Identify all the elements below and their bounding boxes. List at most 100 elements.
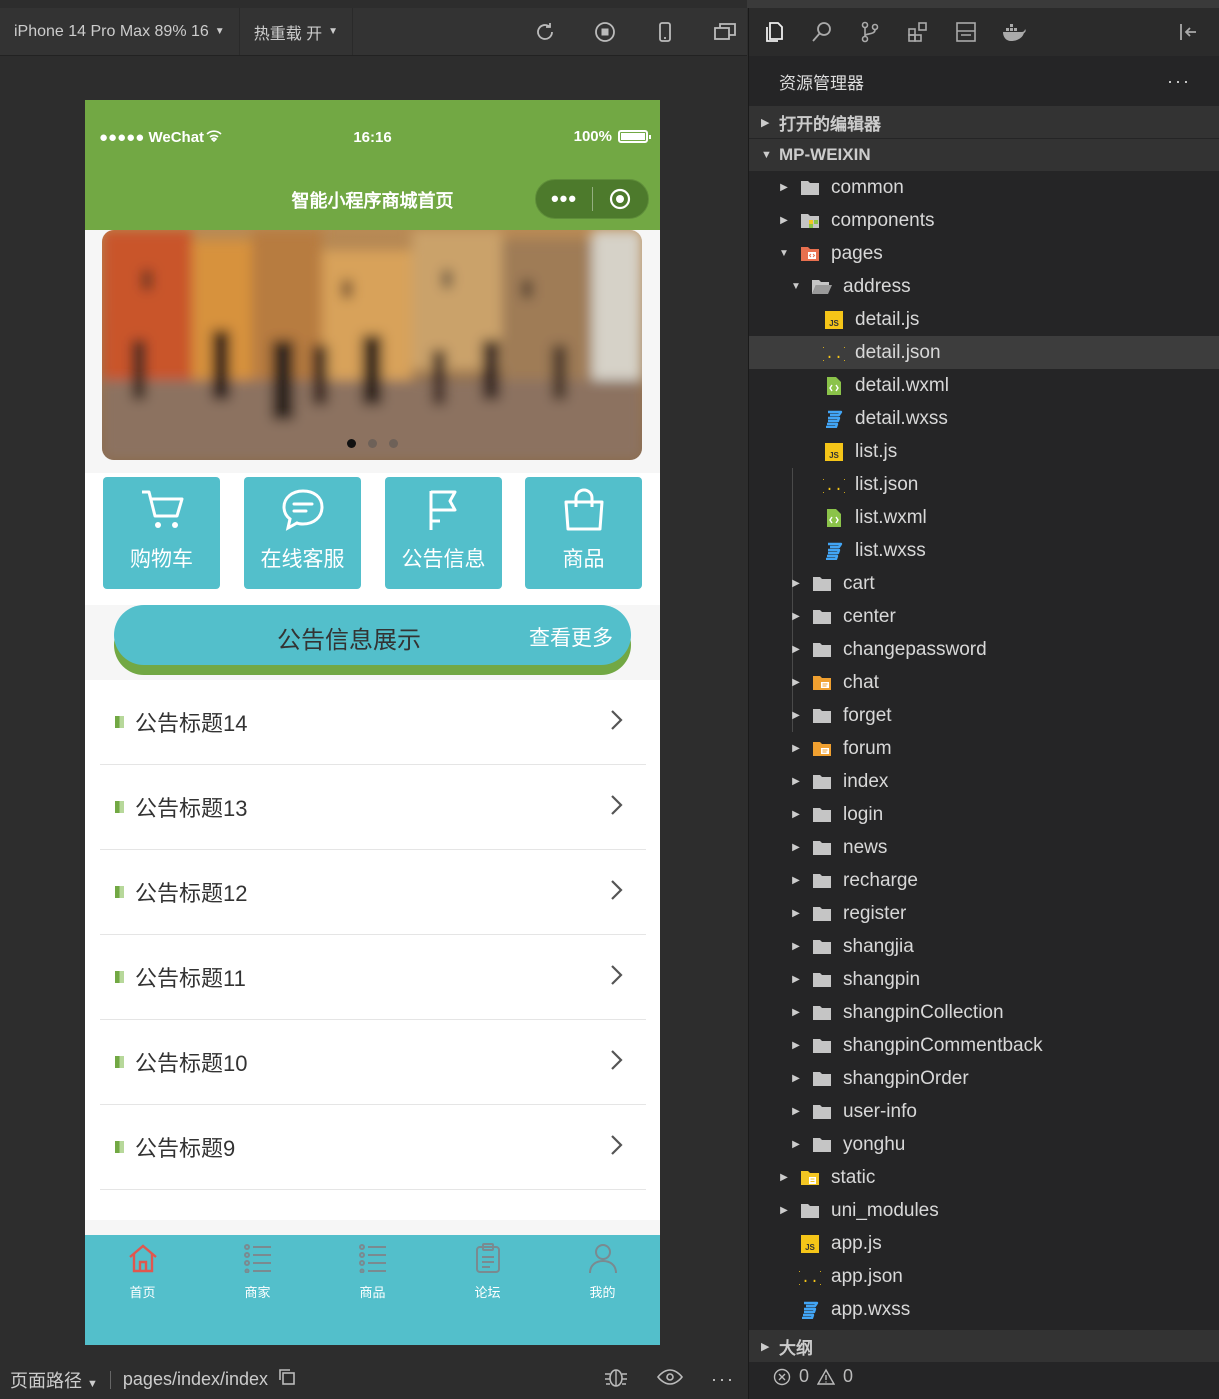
tree-item[interactable]: {..} detail.json — [749, 336, 1219, 369]
tree-item[interactable]: ▶ forget — [749, 699, 1219, 732]
menu-tile[interactable]: 在线客服 — [244, 477, 361, 589]
folder-icon — [811, 871, 833, 891]
tree-item-label: forget — [843, 704, 892, 726]
tree-item[interactable]: ▶ cart — [749, 567, 1219, 600]
extensions-icon[interactable] — [905, 20, 931, 44]
view-more-link[interactable]: 查看更多 — [529, 622, 613, 652]
explorer-panel: 资源管理器 ··· ▶ 打开的编辑器 ▼ MP-WEIXIN ▶ common ▶ c… — [748, 8, 1219, 1399]
page-scroll-area[interactable]: 购物车 在线客服 公告信息 商品 公告信息展示 查看更多 公告标题14 公告标题… — [85, 230, 660, 1235]
tab-item[interactable]: 商家 — [200, 1243, 315, 1301]
bullet-icon — [115, 801, 124, 813]
device-select[interactable]: iPhone 14 Pro Max 89% 16 ▼ — [0, 8, 240, 55]
more-dots-icon[interactable]: ••• — [536, 186, 592, 212]
tree-item[interactable]: ▶ chat — [749, 666, 1219, 699]
open-editors-section[interactable]: ▶ 打开的编辑器 — [749, 106, 1219, 138]
tree-item[interactable]: ▶ center — [749, 600, 1219, 633]
chevron-right-icon — [610, 964, 624, 991]
carousel-dot[interactable] — [388, 439, 398, 448]
tree-item[interactable]: ▶ shangjia — [749, 930, 1219, 963]
notice-item[interactable]: 公告标题14 — [100, 680, 646, 765]
tree-item[interactable]: ▼ pages — [749, 237, 1219, 270]
search-icon[interactable] — [809, 20, 835, 44]
chevron-right-icon: ▶ — [780, 1205, 788, 1216]
tree-item[interactable]: ▶ changepassword — [749, 633, 1219, 666]
notice-item[interactable]: 公告标题13 — [100, 765, 646, 850]
tree-item[interactable]: JS app.js — [749, 1227, 1219, 1260]
menu-tile[interactable]: 公告信息 — [385, 477, 502, 589]
tree-item[interactable]: ▶ shangpinCommentback — [749, 1029, 1219, 1062]
carousel-dot[interactable] — [367, 439, 377, 448]
tree-item[interactable]: ▶ shangpinCollection — [749, 996, 1219, 1029]
tree-item[interactable]: ▶ user-info — [749, 1095, 1219, 1128]
notice-header: 公告信息展示 查看更多 — [114, 605, 631, 675]
copy-icon[interactable] — [278, 1368, 296, 1391]
tree-item[interactable]: ▶ forum — [749, 732, 1219, 765]
layout-icon[interactable] — [953, 20, 979, 44]
stop-icon[interactable] — [593, 20, 617, 44]
menu-tile[interactable]: 商品 — [525, 477, 642, 589]
tree-item[interactable]: ▶ news — [749, 831, 1219, 864]
chevron-right-icon: ▶ — [792, 974, 800, 985]
notice-item[interactable]: 公告标题9 — [100, 1105, 646, 1190]
eye-icon[interactable] — [657, 1368, 683, 1391]
hot-reload-select[interactable]: 热重载 开 ▼ — [240, 8, 354, 55]
tree-item[interactable]: JS detail.js — [749, 303, 1219, 336]
tree-item[interactable]: {..} app.json — [749, 1260, 1219, 1293]
bullet-icon — [115, 971, 124, 983]
folder-icon — [811, 574, 833, 594]
tab-item[interactable]: 首页 — [85, 1243, 200, 1301]
phone-icon[interactable] — [653, 20, 677, 44]
tree-item-label: list.js — [855, 440, 898, 462]
notice-item[interactable]: 公告标题11 — [100, 935, 646, 1020]
problems-status[interactable]: 0 0 — [773, 1366, 853, 1387]
chevron-right-icon: ▶ — [792, 809, 800, 820]
docker-icon[interactable] — [1001, 20, 1027, 44]
tree-item[interactable]: ▶ recharge — [749, 864, 1219, 897]
close-circle-icon[interactable] — [593, 188, 648, 210]
tree-item[interactable]: ▶ register — [749, 897, 1219, 930]
tree-item[interactable]: list.wxss — [749, 534, 1219, 567]
notice-item[interactable]: 公告标题12 — [100, 850, 646, 935]
source-control-icon[interactable] — [857, 20, 883, 44]
navigation-bar: 智能小程序商城首页 ••• — [85, 173, 660, 230]
page-path-label[interactable]: 页面路径 ▼ — [10, 1367, 98, 1393]
tree-item[interactable]: detail.wxml — [749, 369, 1219, 402]
tree-item[interactable]: ▶ shangpin — [749, 963, 1219, 996]
tree-item[interactable]: ▶ components — [749, 204, 1219, 237]
collapse-panel-icon[interactable] — [1175, 20, 1201, 44]
tree-item[interactable]: list.wxml — [749, 501, 1219, 534]
tree-item[interactable]: ▼ address — [749, 270, 1219, 303]
notice-title: 公告标题9 — [135, 1136, 236, 1161]
tab-item[interactable]: 我的 — [545, 1243, 660, 1301]
tree-item-label: app.wxss — [831, 1298, 911, 1320]
window-icon[interactable] — [713, 20, 737, 44]
tab-item[interactable]: 商品 — [315, 1243, 430, 1301]
tree-item[interactable]: ▶ index — [749, 765, 1219, 798]
tree-item[interactable]: detail.wxss — [749, 402, 1219, 435]
menu-tile[interactable]: 购物车 — [103, 477, 220, 589]
notice-item[interactable]: 公告标题10 — [100, 1020, 646, 1105]
tree-item[interactable]: ▶ shangpinOrder — [749, 1062, 1219, 1095]
more-icon[interactable]: ··· — [1167, 71, 1191, 92]
tree-item[interactable]: ▶ yonghu — [749, 1128, 1219, 1161]
tree-item[interactable]: ▶ common — [749, 171, 1219, 204]
tree-item[interactable]: JS list.js — [749, 435, 1219, 468]
more-icon[interactable]: ··· — [711, 1369, 735, 1390]
files-icon[interactable] — [761, 20, 787, 44]
folder-icon — [799, 211, 821, 231]
bug-icon[interactable] — [603, 1366, 629, 1393]
project-section[interactable]: ▼ MP-WEIXIN — [749, 139, 1219, 171]
banner-carousel[interactable] — [102, 230, 642, 460]
tree-item[interactable]: ▶ static — [749, 1161, 1219, 1194]
carousel-dot[interactable] — [346, 439, 356, 448]
outline-section[interactable]: ▶ 大纲 — [749, 1330, 1219, 1362]
chevron-right-icon: ▶ — [792, 743, 800, 754]
tree-item[interactable]: ▶ uni_modules — [749, 1194, 1219, 1227]
tab-item[interactable]: 论坛 — [430, 1243, 545, 1301]
tree-item[interactable]: ▶ login — [749, 798, 1219, 831]
tree-item-label: app.json — [831, 1265, 903, 1287]
refresh-icon[interactable] — [533, 20, 557, 44]
tree-item[interactable]: {..} list.json — [749, 468, 1219, 501]
warning-count: 0 — [843, 1366, 854, 1386]
tree-item[interactable]: app.wxss — [749, 1293, 1219, 1326]
